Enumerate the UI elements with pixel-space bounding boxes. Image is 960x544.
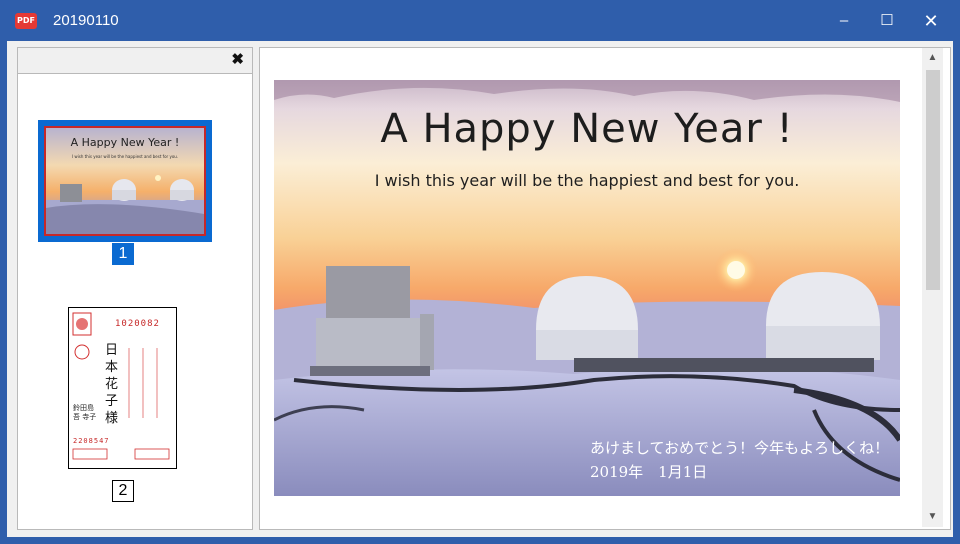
thumbnail-1-subtitle: I wish this year will be the happiest an… [71,154,179,159]
client-area: ✖ A Happy New Year ! I wish this year wi… [7,41,953,537]
page-number-2[interactable]: 2 [112,480,134,502]
close-window-button[interactable]: ✕ [911,7,951,35]
thumbnail-image-1: A Happy New Year ! I wish this year will… [44,126,206,236]
sidebar-header: ✖ [18,48,252,74]
window-title: 20190110 [53,12,119,29]
thumbnail-sidebar: ✖ A Happy New Year ! I wish this year wi… [17,47,253,530]
thumbnail-2-sender: 鈴田島 吾 寺子 [73,404,97,421]
title-bar[interactable]: PDF 20190110 ‒ ☐ ✕ [1,1,959,41]
greeting-date: 2019年 1月1日 [590,463,708,481]
pdf-viewer-window: PDF 20190110 ‒ ☐ ✕ ✖ A Happy New Year ! … [0,0,960,544]
thumbnail-1-title: A Happy New Year ! [70,136,180,149]
scroll-thumb[interactable] [926,70,940,290]
scroll-down-icon[interactable]: ▼ [922,507,943,527]
pdf-app-icon: PDF [15,13,37,29]
thumbnail-2-recipient: 日本 花子 様 [105,343,119,426]
close-sidebar-icon[interactable]: ✖ [231,51,244,69]
thumbnail-2-postal-code: 1020082 [115,319,160,329]
scroll-up-icon[interactable]: ▲ [922,48,943,68]
page-thumbnail-1[interactable]: A Happy New Year ! I wish this year will… [38,120,212,242]
maximize-icon: ☐ [880,12,894,29]
card-subtitle: I wish this year will be the happiest an… [374,171,800,190]
close-icon: ✕ [923,11,939,31]
thumbnail-2-sender-code: 2208547 [73,437,110,445]
vertical-scrollbar[interactable]: ▲ ▼ [922,48,943,527]
page-thumbnail-2[interactable]: 1020082 日本 花子 様 鈴田島 吾 寺子 2208547 [68,307,177,469]
document-view[interactable]: A Happy New Year ! I wish this year will… [259,47,951,530]
minimize-button[interactable]: ‒ [824,7,864,35]
minimize-icon: ‒ [839,12,849,29]
page-number-1[interactable]: 1 [112,243,134,265]
maximize-button[interactable]: ☐ [867,7,907,35]
pdf-page-1: A Happy New Year ! I wish this year will… [274,80,900,496]
japanese-greeting: あけましておめでとう！今年もよろしくね！ [590,439,890,457]
card-title: A Happy New Year ! [380,106,794,152]
